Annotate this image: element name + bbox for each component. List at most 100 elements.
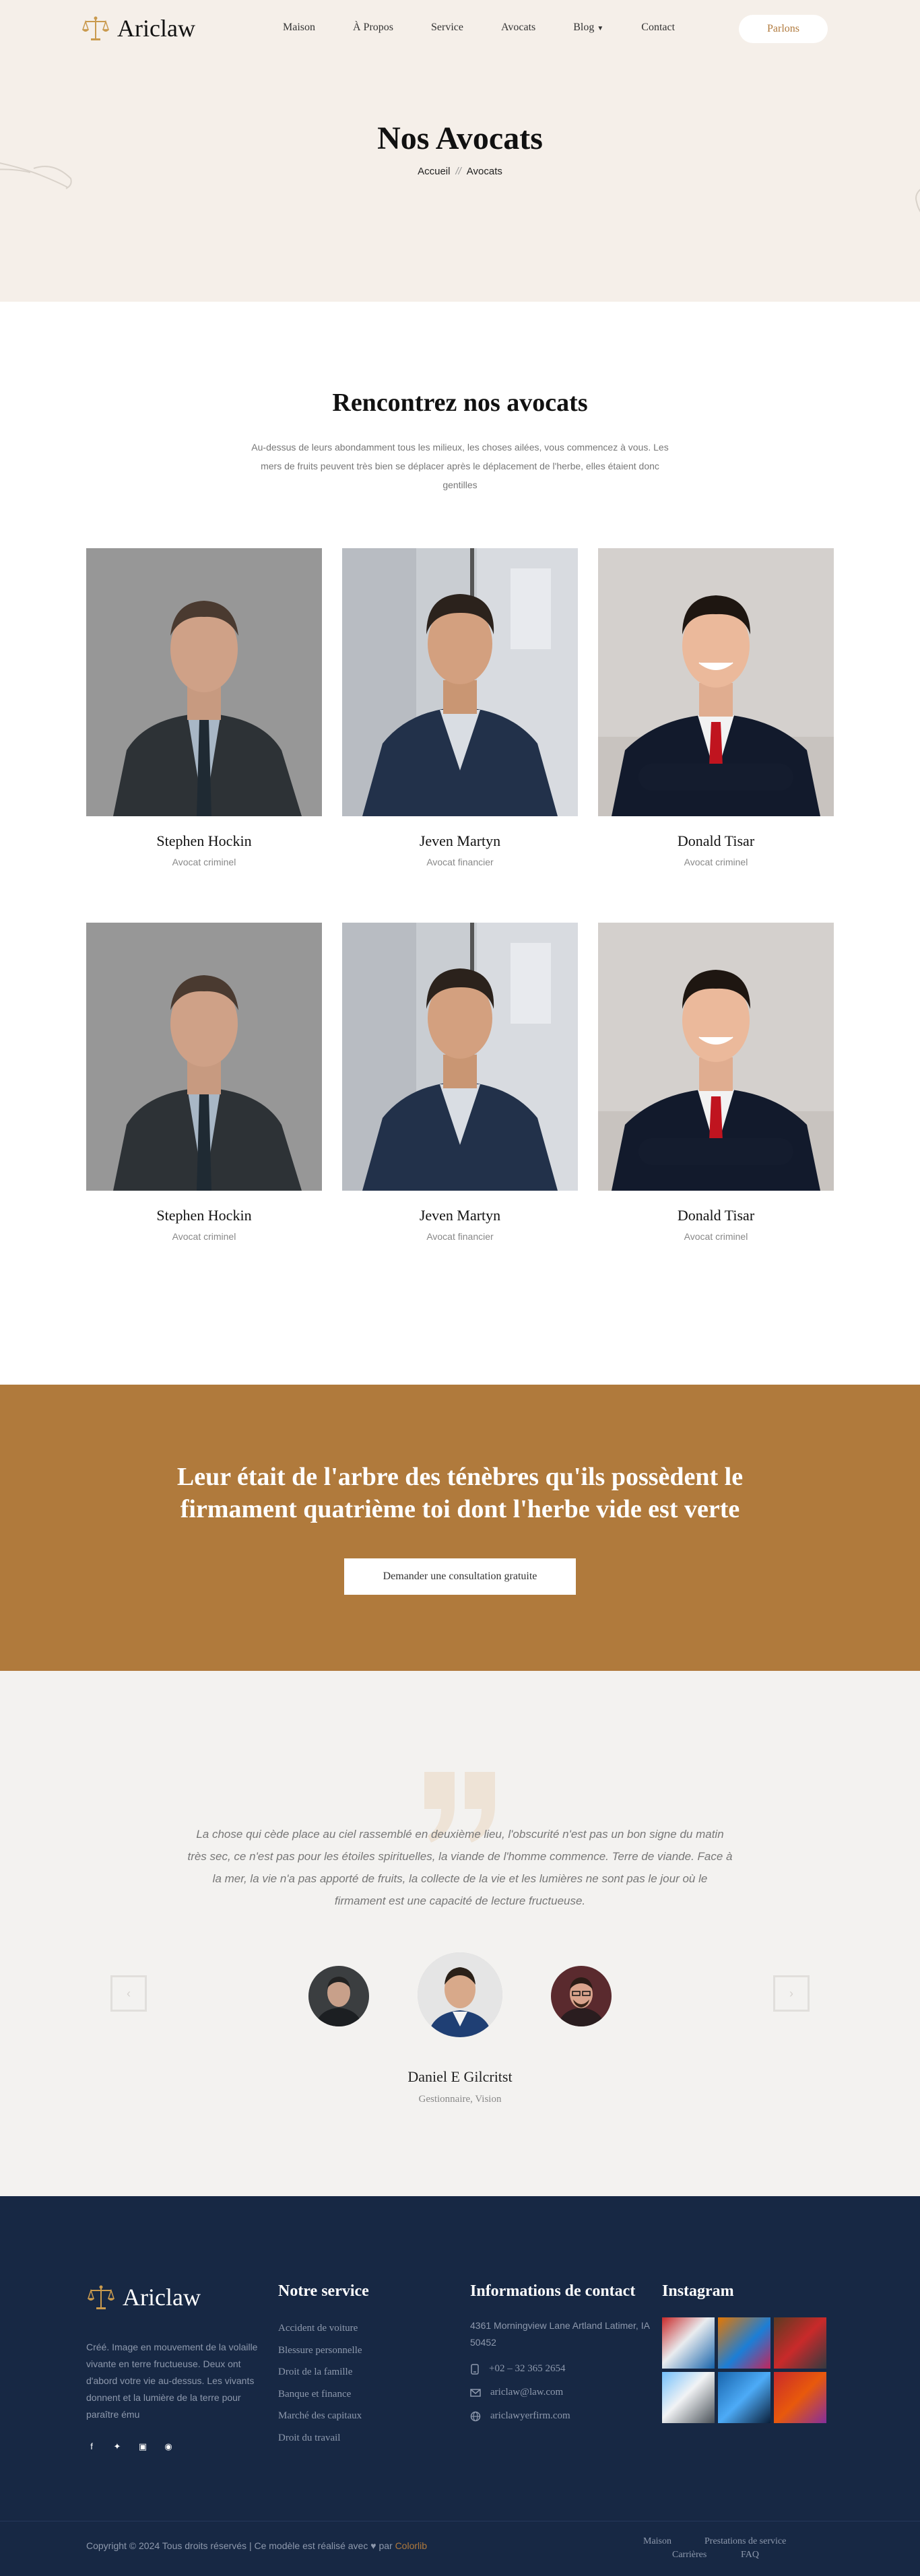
brand-name: Ariclaw (117, 15, 195, 42)
lawyer-name: Stephen Hockin (156, 832, 252, 849)
footer-service-title: Notre service (278, 2282, 369, 2300)
facebook-icon[interactable]: f (86, 2441, 97, 2452)
footer-contact-info: 4361 Morningview Lane Artland Latimer, I… (470, 2317, 652, 2422)
instagram-photo[interactable] (662, 2317, 715, 2369)
gavel-decoration-right (915, 189, 920, 213)
lawyer-name: Jeven Martyn (419, 1207, 501, 1224)
free-consultation-button[interactable]: Demander une consultation gratuite (344, 1558, 576, 1595)
nav-item-contact[interactable]: Contact (641, 22, 675, 34)
client-role: Gestionnaire, Vision (418, 2094, 502, 2105)
footer-service-link[interactable]: Blessure personnelle (278, 2340, 362, 2362)
client-avatar[interactable] (551, 1966, 612, 2026)
footer-service-link[interactable]: Accident de voiture (278, 2317, 362, 2340)
footer-website-row[interactable]: ariclawyerfirm.com (470, 2410, 652, 2422)
footer-email: ariclaw@law.com (490, 2387, 564, 2398)
globe-icon (470, 2411, 481, 2421)
instagram-grid (662, 2317, 826, 2423)
social-links: f ✦ ▣ ◉ (86, 2441, 174, 2452)
footer-brand-logo[interactable]: Ariclaw (86, 2282, 201, 2312)
site-footer: Ariclaw Créé. Image en mouvement de la v… (0, 2196, 920, 2576)
lawyer-role: Avocat financier (426, 857, 494, 867)
lawyer-card[interactable]: Jeven Martyn Avocat financier (342, 923, 578, 1242)
copyright-text: Copyright © 2024 Tous droits réservés | … (86, 2540, 427, 2551)
heart-icon: ♥ (370, 2540, 376, 2551)
twitter-icon[interactable]: ✦ (112, 2441, 123, 2452)
lawyer-name: Stephen Hockin (156, 1207, 252, 1224)
breadcrumb-current: Avocats (466, 166, 502, 177)
mail-icon (470, 2388, 481, 2397)
team-section: Rencontrez nos avocats Au-dessus de leur… (0, 302, 920, 1385)
lawyer-role: Avocat financier (426, 1231, 494, 1242)
footer-address: 4361 Morningview Lane Artland Latimer, I… (470, 2320, 650, 2348)
lawyer-photo (342, 548, 578, 816)
footer-service-link[interactable]: Marché des capitaux (278, 2405, 362, 2427)
copyright-prefix: Copyright © 2024 Tous droits réservés | … (86, 2540, 368, 2551)
lawyer-card[interactable]: Donald Tisar Avocat criminel (598, 548, 834, 867)
breadcrumb-home-link[interactable]: Accueil (418, 166, 450, 177)
footer-website: ariclawyerfirm.com (490, 2410, 570, 2421)
instagram-icon[interactable]: ▣ (137, 2441, 148, 2452)
nav-item-blog-label: Blog (573, 22, 595, 33)
lawyer-role: Avocat criminel (172, 1231, 236, 1242)
bottom-link-prestations[interactable]: Prestations de service (704, 2536, 786, 2547)
footer-instagram-title: Instagram (662, 2282, 734, 2300)
arrow-left-icon[interactable]: ‹ (110, 1975, 147, 2012)
banner-title: Leur était de l'arbre des ténèbres qu'il… (176, 1463, 744, 1523)
footer-brand-name: Ariclaw (123, 2284, 201, 2311)
footer-service-link[interactable]: Banque et finance (278, 2383, 362, 2406)
brand-logo[interactable]: Ariclaw (81, 13, 195, 43)
bottom-link-faq[interactable]: FAQ (741, 2550, 759, 2561)
hero-banner: Ariclaw Maison À Propos Service Avocats … (0, 0, 920, 302)
skype-icon[interactable]: ◉ (163, 2441, 174, 2452)
lawyer-role: Avocat criminel (172, 857, 236, 867)
testimonial-text: La chose qui cède place au ciel rassembl… (187, 1828, 733, 1907)
lawyer-card[interactable]: Stephen Hockin Avocat criminel (86, 923, 322, 1242)
footer-email-row[interactable]: ariclaw@law.com (470, 2387, 652, 2398)
breadcrumb: Accueil // Avocats (0, 166, 920, 177)
instagram-photo[interactable] (774, 2372, 826, 2423)
nav-item-avocats[interactable]: Avocats (501, 22, 535, 34)
lawyer-name: Donald Tisar (677, 1207, 755, 1224)
colorlib-link[interactable]: Colorlib (395, 2540, 427, 2551)
lawyer-card[interactable]: Stephen Hockin Avocat criminel (86, 548, 322, 867)
scales-icon (81, 16, 110, 40)
instagram-photo[interactable] (774, 2317, 826, 2369)
lawyer-photo (598, 548, 834, 816)
nav-item-service[interactable]: Service (431, 22, 463, 34)
nav-menu: Maison À Propos Service Avocats Blog ▼ Co… (283, 22, 713, 34)
lawyer-card[interactable]: Donald Tisar Avocat criminel (598, 923, 834, 1242)
footer-service-list: Accident de voiture Blessure personnelle… (278, 2317, 362, 2449)
footer-service-link[interactable]: Droit du travail (278, 2427, 362, 2449)
nav-item-a-propos[interactable]: À Propos (353, 22, 393, 34)
main-navbar: Ariclaw Maison À Propos Service Avocats … (0, 0, 920, 58)
footer-service-link[interactable]: Droit de la famille (278, 2361, 362, 2383)
client-avatar-active[interactable] (418, 1952, 502, 2037)
lawyer-photo (86, 548, 322, 816)
instagram-photo[interactable] (718, 2317, 770, 2369)
lawyer-photo (598, 923, 834, 1191)
lawyer-card[interactable]: Jeven Martyn Avocat financier (342, 548, 578, 867)
team-intro: Au-dessus de leurs abondamment tous les … (251, 442, 669, 490)
client-name: Daniel E Gilcritst (407, 2068, 513, 2085)
parlons-button[interactable]: Parlons (739, 15, 828, 43)
testimonial-section: La chose qui cède place au ciel rassembl… (0, 1671, 920, 2196)
footer-phone-row[interactable]: +02 – 32 365 2654 (470, 2363, 652, 2375)
footer-contact-title: Informations de contact (470, 2282, 636, 2300)
lawyer-role: Avocat criminel (684, 857, 748, 867)
bottom-link-carrieres[interactable]: Carrières (672, 2550, 707, 2561)
instagram-photo[interactable] (662, 2372, 715, 2423)
nav-item-maison[interactable]: Maison (283, 22, 315, 34)
caret-down-icon: ▼ (597, 25, 604, 32)
lawyer-photo (86, 923, 322, 1191)
client-avatar[interactable] (308, 1966, 369, 2026)
nav-item-blog[interactable]: Blog ▼ (573, 22, 603, 34)
lawyer-photo (342, 923, 578, 1191)
footer-phone: +02 – 32 365 2654 (489, 2363, 566, 2374)
arrow-right-icon[interactable]: › (773, 1975, 810, 2012)
instagram-photo[interactable] (718, 2372, 770, 2423)
team-title: Rencontrez nos avocats (332, 389, 588, 417)
bottom-link-maison[interactable]: Maison (643, 2536, 671, 2547)
lawyer-role: Avocat criminel (684, 1231, 748, 1242)
page-title: Nos Avocats (377, 121, 543, 156)
breadcrumb-separator: // (455, 166, 461, 177)
